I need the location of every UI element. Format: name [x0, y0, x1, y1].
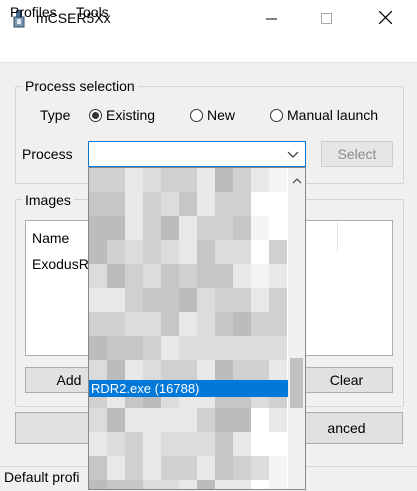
radio-unchecked-icon	[190, 108, 203, 122]
type-label: Type	[40, 107, 71, 123]
dropdown-selected-item[interactable]: RDR2.exe (16788)	[89, 380, 288, 397]
radio-manual-launch-label: Manual launch	[287, 107, 379, 123]
images-title: Images	[22, 192, 74, 208]
status-text: Default profi	[4, 469, 80, 485]
column-header-name[interactable]: Name	[32, 230, 69, 246]
chevron-down-icon	[287, 147, 299, 163]
scroll-thumb[interactable]	[290, 358, 303, 408]
close-icon	[378, 10, 392, 27]
list-item[interactable]: ExodusRI	[32, 256, 93, 272]
menu-tools[interactable]: Tools	[76, 4, 109, 20]
maximize-icon	[320, 11, 332, 27]
maximize-button[interactable]	[303, 0, 349, 38]
pixelated-process-list	[89, 168, 288, 489]
process-label: Process	[22, 146, 73, 162]
process-selection-title: Process selection	[22, 78, 138, 94]
process-combobox[interactable]	[88, 141, 306, 167]
advanced-button[interactable]: anced	[290, 412, 403, 444]
menu-profiles[interactable]: Profiles	[10, 4, 57, 20]
menu-bar	[0, 38, 417, 63]
radio-checked-icon	[89, 108, 102, 122]
process-dropdown-list[interactable]: RDR2.exe (16788)	[88, 167, 306, 490]
minimize-icon	[265, 11, 277, 27]
radio-new[interactable]: New	[190, 107, 235, 123]
radio-manual-launch[interactable]: Manual launch	[270, 107, 378, 123]
radio-unchecked-icon	[270, 108, 283, 122]
select-button[interactable]: Select	[321, 141, 393, 167]
minimize-button[interactable]	[248, 0, 294, 38]
radio-existing-label: Existing	[106, 107, 156, 123]
radio-new-label: New	[207, 107, 236, 123]
column-divider	[337, 222, 338, 252]
close-button[interactable]	[362, 0, 408, 38]
dropdown-scrollbar[interactable]	[288, 168, 305, 489]
chevron-up-icon[interactable]	[288, 170, 305, 192]
clear-button[interactable]: Clear	[300, 367, 393, 393]
radio-existing[interactable]: Existing	[89, 107, 155, 123]
